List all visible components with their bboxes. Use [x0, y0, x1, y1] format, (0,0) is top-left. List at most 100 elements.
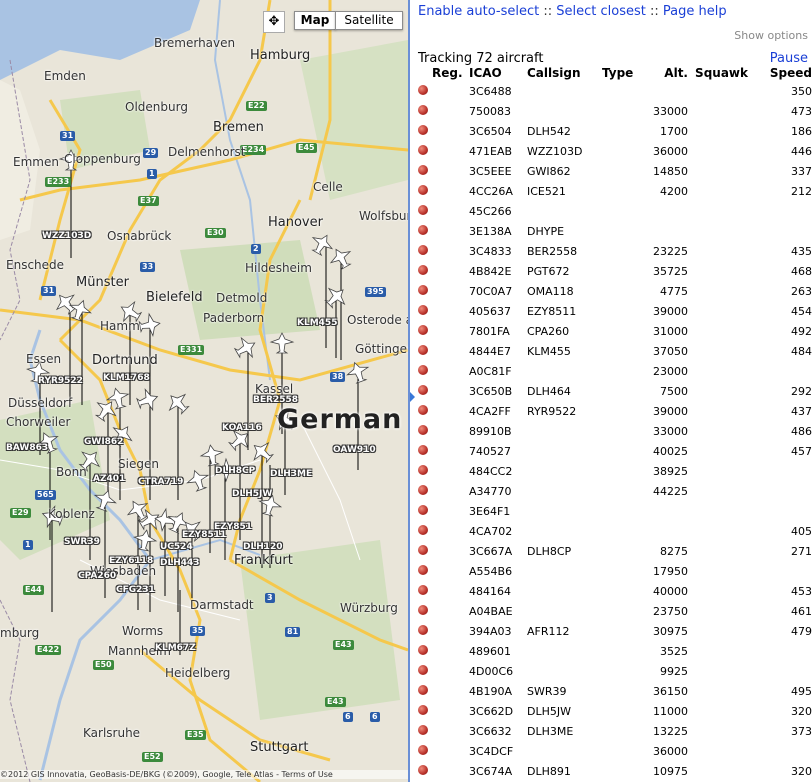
aircraft-label[interactable]: SWR39 [64, 537, 100, 547]
column-header-type[interactable]: Type [602, 65, 642, 81]
table-row[interactable]: 484CC2 38925 [416, 461, 812, 481]
cell-callsign [527, 361, 602, 381]
table-row[interactable]: 45C266 [416, 201, 812, 221]
aircraft-label[interactable]: OAW910 [333, 445, 376, 455]
aircraft-label[interactable]: DLH443 [160, 558, 200, 568]
status-dot-icon [418, 144, 428, 155]
table-row[interactable]: 4D00C6 9925 [416, 661, 812, 681]
table-row[interactable]: 3C4DCF 36000 [416, 741, 812, 761]
enable-auto-select-link[interactable]: Enable auto-select [418, 4, 539, 19]
table-row[interactable]: 3C662D DLH5JW 11000 320 [416, 701, 812, 721]
aircraft-label[interactable]: KLM1768 [103, 373, 150, 383]
cell-speed [748, 661, 812, 681]
aircraft-label[interactable]: EZY6118 [109, 556, 153, 566]
table-row[interactable]: 4B190A SWR39 36150 495 [416, 681, 812, 701]
column-header-reg[interactable]: Reg. [432, 65, 469, 81]
show-options-link[interactable]: Show options [734, 29, 808, 42]
cell-status [416, 601, 432, 621]
cell-status [416, 461, 432, 481]
column-header-squawk[interactable]: Squawk [688, 65, 748, 81]
column-header-speed[interactable]: Speed [748, 65, 812, 81]
cell-icao: 489601 [469, 644, 511, 658]
aircraft-label[interactable]: BAW863 [6, 443, 48, 453]
table-row[interactable]: 740527 40025 457 [416, 441, 812, 461]
table-row[interactable]: 405637 EZY8511 39000 454 [416, 301, 812, 321]
pause-link[interactable]: Pause [770, 51, 808, 66]
cell-alt [642, 501, 688, 521]
select-closest-link[interactable]: Select closest [556, 4, 646, 19]
aircraft-label[interactable]: KLM67Z [155, 643, 196, 653]
cell-speed [748, 501, 812, 521]
aircraft-label[interactable]: KLM455 [297, 318, 337, 328]
table-row[interactable]: 4844E7 KLM455 37050 484 [416, 341, 812, 361]
aircraft-label[interactable]: KOA116 [222, 423, 262, 433]
table-row[interactable]: 3C667A DLH8CP 8275 271 [416, 541, 812, 561]
aircraft-label[interactable]: DLH3ME [270, 469, 312, 479]
cell-status [416, 661, 432, 681]
table-row[interactable]: 484164 40000 453 [416, 581, 812, 601]
aircraft-label[interactable]: EZY8511 [182, 530, 226, 540]
table-row[interactable]: 4CA702 405 [416, 521, 812, 541]
aircraft-label[interactable]: DLH120 [243, 542, 283, 552]
table-row[interactable]: 4CC26A ICE521 4200 212 [416, 181, 812, 201]
panel-divider[interactable] [408, 0, 410, 782]
table-row[interactable]: 489601 3525 [416, 641, 812, 661]
cell-speed [748, 641, 812, 661]
map-type-satellite-button[interactable]: Satellite [335, 11, 403, 30]
collapse-arrow-icon[interactable] [410, 392, 415, 402]
aircraft-label[interactable]: WZZ103D [42, 231, 91, 241]
table-row[interactable]: 4CA2FF RYR9522 39000 437 [416, 401, 812, 421]
aircraft-label[interactable]: CPA260 [78, 571, 116, 581]
table-row[interactable]: 3C5EEE GWI862 14850 337 [416, 161, 812, 181]
column-header-icao[interactable]: ICAO [469, 65, 527, 81]
table-row[interactable]: 3C6488 350 [416, 81, 812, 101]
table-row[interactable]: 89910B 33000 486 [416, 421, 812, 441]
table-row[interactable]: 750083 33000 473 [416, 101, 812, 121]
cell-status [416, 81, 432, 101]
cell-icao: 3C674A [469, 764, 513, 778]
aircraft-label[interactable]: CTRA719 [138, 477, 183, 487]
table-row[interactable]: 3E64F1 [416, 501, 812, 521]
cell-speed: 405 [791, 524, 812, 538]
aircraft-label[interactable]: GWI862 [84, 437, 123, 447]
aircraft-label[interactable]: RYR9522 [38, 376, 83, 386]
highway-shield: E50 [93, 660, 114, 670]
table-row[interactable]: 3C6632 DLH3ME 13225 373 [416, 721, 812, 741]
table-row[interactable]: 394A03 AFR112 30975 479 [416, 621, 812, 641]
table-row[interactable]: 3E138A DHYPE [416, 221, 812, 241]
table-row[interactable]: A04BAE 23750 461 [416, 601, 812, 621]
table-row[interactable]: A0C81F 23000 [416, 361, 812, 381]
cell-speed: 486 [791, 424, 812, 438]
table-row[interactable]: A554B6 17950 [416, 561, 812, 581]
map-view[interactable]: E22 E234 E45 31 E233 29 1 E37 E30 2 33 3… [0, 0, 408, 782]
table-row[interactable]: 3C650B DLH464 7500 292 [416, 381, 812, 401]
cell-speed: 446 [791, 144, 812, 158]
city-label: Hamburg [250, 48, 311, 63]
column-header-callsign[interactable]: Callsign [527, 65, 602, 81]
aircraft-label[interactable]: BER2558 [253, 395, 298, 405]
table-row[interactable]: 3C674A DLH891 10975 320 [416, 761, 812, 781]
cell-callsign [527, 441, 602, 461]
status-dot-icon [418, 304, 428, 315]
aircraft-label[interactable]: AZ401 [93, 474, 125, 484]
page-help-link[interactable]: Page help [663, 4, 727, 19]
aircraft-label[interactable]: UC524 [160, 542, 193, 552]
pan-control-icon[interactable]: ✥ [263, 11, 285, 33]
table-row[interactable]: 3C6504 DLH542 1700 186 [416, 121, 812, 141]
cell-squawk [688, 121, 748, 141]
table-row[interactable]: A34770 44225 [416, 481, 812, 501]
table-row[interactable]: 3C4833 BER2558 23225 435 [416, 241, 812, 261]
cell-speed: 292 [791, 384, 812, 398]
aircraft-label[interactable]: DLH5JW [232, 489, 272, 499]
aircraft-label[interactable]: CFG231 [116, 585, 155, 595]
highway-shield: 35 [190, 626, 206, 636]
column-header-alt[interactable]: Alt. [642, 65, 688, 81]
cell-reg [432, 181, 469, 201]
table-row[interactable]: 70C0A7 OMA118 4775 263 [416, 281, 812, 301]
map-type-map-button[interactable]: Map [294, 11, 336, 30]
table-row[interactable]: 4B842E PGT672 35725 468 [416, 261, 812, 281]
table-row[interactable]: 471EAB WZZ103D 36000 446 [416, 141, 812, 161]
table-row[interactable]: 7801FA CPA260 31000 492 [416, 321, 812, 341]
aircraft-label[interactable]: DLH8CP [215, 466, 255, 476]
cell-icao: A04BAE [469, 604, 513, 618]
